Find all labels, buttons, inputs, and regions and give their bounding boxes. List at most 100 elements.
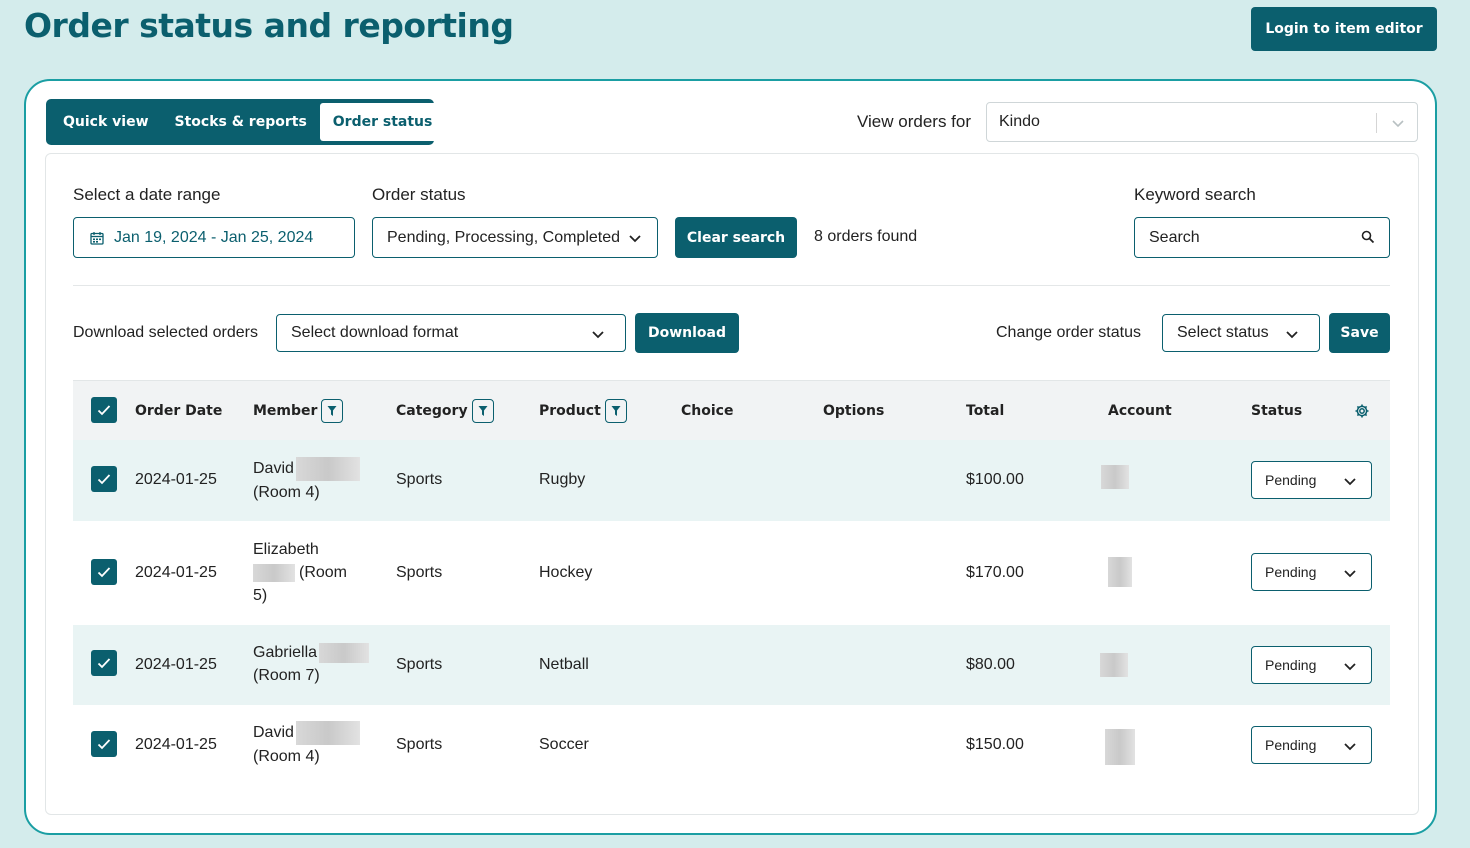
member-name: Gabriella — [253, 644, 318, 661]
column-member: Member — [253, 381, 344, 441]
save-button[interactable]: Save — [1329, 313, 1390, 353]
chevron-down-icon — [1344, 743, 1356, 751]
order-date-cell: 2024-01-25 — [135, 656, 217, 673]
order-date-cell: 2024-01-25 — [135, 471, 217, 488]
view-orders-value: Kindo — [999, 113, 1040, 130]
order-status-label: Order status — [372, 185, 466, 204]
download-format-select[interactable]: Select download format — [276, 314, 626, 352]
row-status-select[interactable]: Pending — [1251, 461, 1372, 499]
row-status-value: Pending — [1265, 737, 1317, 753]
column-total: Total — [966, 403, 1005, 419]
check-icon — [97, 474, 111, 485]
table-row[interactable]: 2024-01-25 Gabriella (Room 7) Sports Net… — [73, 625, 1390, 705]
product-cell: Rugby — [539, 471, 586, 488]
tab-order-status[interactable]: Order status — [319, 103, 446, 141]
date-range-value: Jan 19, 2024 - Jan 25, 2024 — [114, 228, 314, 246]
column-choice: Choice — [681, 403, 734, 419]
product-cell: Hockey — [539, 564, 593, 581]
table-row[interactable]: 2024-01-25 David (Room 4) Sports Rugby $… — [73, 440, 1390, 521]
member-room-number: 5) — [253, 587, 268, 604]
gear-icon[interactable] — [1354, 403, 1370, 419]
row-status-value: Pending — [1265, 657, 1317, 673]
member-name: Elizabeth — [253, 541, 319, 558]
filter-icon[interactable] — [604, 399, 627, 423]
search-placeholder: Search — [1149, 228, 1200, 246]
column-options: Options — [823, 403, 885, 419]
category-cell: Sports — [396, 736, 443, 753]
chevron-down-icon — [1344, 663, 1356, 671]
column-status: Status — [1251, 403, 1303, 419]
row-status-select[interactable]: Pending — [1251, 553, 1372, 591]
view-orders-select[interactable]: Kindo — [986, 102, 1418, 142]
change-status-select[interactable]: Select status — [1162, 314, 1320, 352]
calendar-icon — [90, 231, 104, 245]
member-name: David — [253, 724, 294, 742]
row-checkbox[interactable] — [91, 731, 117, 757]
member-cell: David (Room 4) — [253, 721, 360, 768]
row-checkbox[interactable] — [91, 466, 117, 492]
column-category-label: Category — [396, 403, 468, 419]
member-room: (Room 7) — [253, 667, 320, 684]
member-room: (Room 4) — [253, 484, 320, 501]
clear-search-button[interactable]: Clear search — [675, 217, 797, 258]
download-button[interactable]: Download — [635, 313, 739, 353]
tab-quick-view[interactable]: Quick view — [50, 103, 162, 141]
select-separator — [1376, 113, 1377, 133]
column-account: Account — [1108, 403, 1172, 419]
row-status-value: Pending — [1265, 472, 1317, 488]
row-status-select[interactable]: Pending — [1251, 726, 1372, 764]
login-item-editor-button[interactable]: Login to item editor — [1251, 7, 1437, 51]
row-checkbox[interactable] — [91, 650, 117, 676]
member-cell: Gabriella (Room 7) — [253, 641, 370, 687]
chevron-down-icon — [1286, 331, 1298, 339]
table-row[interactable]: 2024-01-25 David (Room 4) Sports Soccer … — [73, 705, 1390, 785]
redacted-surname — [253, 563, 295, 582]
table-row[interactable]: 2024-01-25 Elizabeth (Room 5) Sports Hoc… — [73, 521, 1390, 625]
redacted-account — [1108, 557, 1132, 587]
table-header: Order Date Member Category Product Choic… — [73, 380, 1390, 440]
column-product: Product — [539, 381, 627, 441]
column-product-label: Product — [539, 403, 601, 419]
category-cell: Sports — [396, 564, 443, 581]
redacted-surname — [295, 457, 360, 481]
download-format-value: Select download format — [291, 324, 459, 341]
filter-icon[interactable] — [471, 399, 494, 423]
order-status-select[interactable]: Pending, Processing, Completed — [372, 217, 658, 258]
row-checkbox[interactable] — [91, 559, 117, 585]
column-member-label: Member — [253, 403, 318, 419]
total-cell: $150.00 — [966, 736, 1024, 753]
member-name: David — [253, 460, 294, 478]
order-date-cell: 2024-01-25 — [135, 736, 217, 753]
filter-icon[interactable] — [321, 399, 344, 423]
category-cell: Sports — [396, 656, 443, 673]
tab-stocks-reports[interactable]: Stocks & reports — [162, 103, 320, 141]
column-category: Category — [396, 381, 494, 441]
total-cell: $100.00 — [966, 471, 1024, 488]
row-status-select[interactable]: Pending — [1251, 646, 1372, 684]
change-order-status-label: Change order status — [996, 324, 1141, 341]
date-range-picker[interactable]: Jan 19, 2024 - Jan 25, 2024 — [73, 217, 355, 258]
order-status-value: Pending, Processing, Completed — [387, 228, 621, 246]
view-orders-label: View orders for — [857, 112, 972, 131]
orders-table: Order Date Member Category Product Choic… — [73, 380, 1390, 785]
check-icon — [97, 658, 111, 669]
chevron-down-icon — [592, 331, 604, 339]
column-order-date[interactable]: Order Date — [135, 381, 222, 441]
select-all-checkbox[interactable] — [91, 397, 117, 423]
total-cell: $80.00 — [966, 656, 1015, 673]
member-room: (Room — [299, 564, 348, 581]
redacted-surname — [319, 642, 370, 663]
download-selected-label: Download selected orders — [73, 324, 258, 341]
check-icon — [97, 739, 111, 750]
chevron-down-icon — [1344, 570, 1356, 578]
member-cell: David (Room 4) — [253, 457, 360, 504]
change-status-value: Select status — [1177, 324, 1269, 341]
keyword-search-input[interactable]: Search — [1134, 217, 1390, 258]
chevron-down-icon — [629, 234, 641, 242]
total-cell: $170.00 — [966, 564, 1024, 581]
search-icon[interactable] — [1361, 230, 1375, 244]
column-settings[interactable] — [1354, 381, 1370, 441]
check-icon — [97, 567, 111, 578]
chevron-down-icon — [1344, 478, 1356, 486]
redacted-account — [1100, 653, 1128, 677]
